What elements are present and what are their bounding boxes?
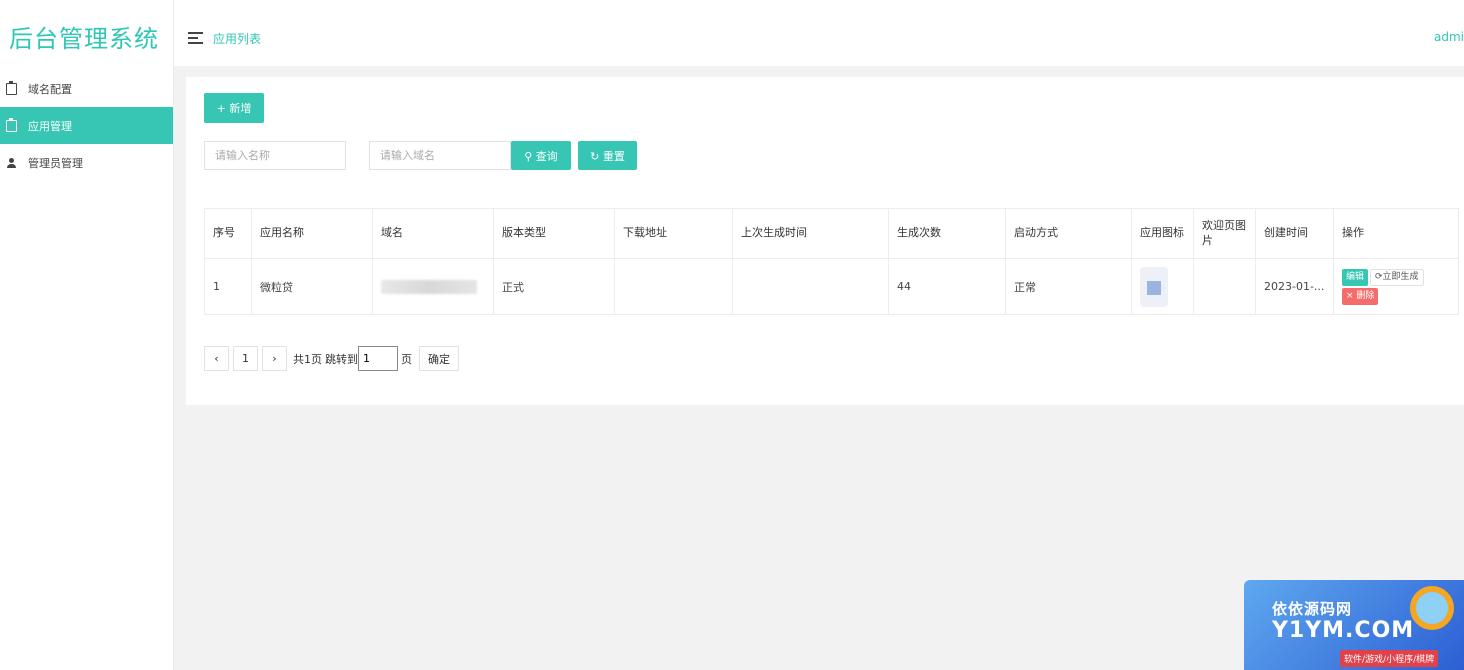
app-table: 序号 应用名称 域名 版本类型 下载地址 上次生成时间 生成次数 启动方式 应用… bbox=[204, 208, 1459, 315]
cell-version: 正式 bbox=[493, 258, 615, 315]
column-header: 欢迎页图片 bbox=[1193, 208, 1256, 259]
sidebar-item-domain-config[interactable]: 域名配置 bbox=[0, 70, 173, 107]
magnifier-icon bbox=[1410, 586, 1454, 630]
add-button[interactable]: + 新增 bbox=[204, 93, 264, 123]
cell-launch-mode: 正常 bbox=[1005, 258, 1132, 315]
watermark-logo: 依依源码网 Y1YM.COM 软件/游戏/小程序/棋牌 bbox=[1244, 580, 1464, 670]
clipboard-icon bbox=[6, 117, 17, 132]
cell-last-generated bbox=[732, 258, 889, 315]
watermark-line1: 依依源码网 bbox=[1272, 600, 1353, 618]
delete-button[interactable]: × 删除 bbox=[1342, 287, 1379, 305]
name-search-input[interactable] bbox=[204, 141, 346, 170]
reset-button[interactable]: ↻ 重置 bbox=[578, 141, 637, 170]
column-header: 应用图标 bbox=[1131, 208, 1194, 259]
page-unit-text: 页 bbox=[401, 352, 412, 366]
cell-app-name: 微粒贷 bbox=[251, 258, 373, 315]
cell-download-url bbox=[614, 258, 733, 315]
table-header-row: 序号 应用名称 域名 版本类型 下载地址 上次生成时间 生成次数 启动方式 应用… bbox=[204, 208, 1459, 259]
jump-confirm-button[interactable]: 确定 bbox=[419, 346, 459, 371]
user-menu[interactable]: admin bbox=[1434, 30, 1464, 44]
column-header: 版本类型 bbox=[493, 208, 615, 259]
column-header: 操作 bbox=[1333, 208, 1459, 259]
column-header: 序号 bbox=[204, 208, 252, 259]
sidebar-item-app-management[interactable]: 应用管理 bbox=[0, 107, 173, 144]
column-header: 创建时间 bbox=[1255, 208, 1334, 259]
watermark-line3: 软件/游戏/小程序/棋牌 bbox=[1340, 650, 1439, 667]
column-header: 生成次数 bbox=[888, 208, 1006, 259]
sidebar-item-label: 应用管理 bbox=[28, 119, 72, 133]
clipboard-icon bbox=[6, 80, 17, 95]
search-button[interactable]: ⚲ 查询 bbox=[511, 141, 571, 170]
content-panel: + 新增 ⚲ 查询 ↻ 重置 序号 应用名称 域名 版本类型 下载地址 上次生成… bbox=[186, 77, 1464, 405]
domain-search-input[interactable] bbox=[369, 141, 511, 170]
breadcrumb[interactable]: 应用列表 bbox=[213, 30, 261, 47]
user-icon bbox=[6, 157, 17, 169]
header: 应用列表 admin bbox=[174, 0, 1464, 66]
prev-page-button[interactable]: ‹ bbox=[204, 346, 229, 371]
sidebar-item-admin-management[interactable]: 管理员管理 bbox=[0, 144, 173, 181]
sidebar: 后台管理系统 域名配置 应用管理 管理员管理 bbox=[0, 0, 174, 670]
sidebar-item-label: 域名配置 bbox=[28, 82, 72, 96]
column-header: 下载地址 bbox=[614, 208, 733, 259]
app-icon-image bbox=[1140, 266, 1168, 307]
sidebar-item-label: 管理员管理 bbox=[28, 156, 83, 170]
page-number-button[interactable]: 1 bbox=[233, 346, 258, 371]
generate-now-button[interactable]: ⟳立即生成 bbox=[1370, 268, 1424, 286]
jump-to-text: 跳转到 bbox=[325, 352, 358, 366]
table-row: 1 微粒贷 正式 44 正常 2023-01-... 编辑 ⟳立即生成 × 删除 bbox=[204, 258, 1459, 315]
column-header: 应用名称 bbox=[251, 208, 373, 259]
column-header: 域名 bbox=[372, 208, 494, 259]
cell-actions: 编辑 ⟳立即生成 × 删除 bbox=[1333, 258, 1459, 315]
app-title: 后台管理系统 bbox=[9, 25, 159, 53]
menu-toggle-icon[interactable] bbox=[188, 32, 203, 44]
edit-button[interactable]: 编辑 bbox=[1342, 268, 1369, 286]
next-page-button[interactable]: › bbox=[262, 346, 287, 371]
cell-created-time: 2023-01-... bbox=[1255, 258, 1334, 315]
column-header: 上次生成时间 bbox=[732, 208, 889, 259]
redacted-domain bbox=[381, 279, 477, 294]
cell-welcome-image bbox=[1193, 258, 1256, 315]
cell-app-icon bbox=[1131, 258, 1194, 315]
cell-generate-count: 44 bbox=[888, 258, 1006, 315]
watermark-line2: Y1YM.COM bbox=[1272, 618, 1415, 643]
pagination: ‹ 1 › 共1页 跳转到 页 确定 bbox=[204, 346, 463, 371]
jump-page-input[interactable] bbox=[358, 346, 398, 371]
total-pages-text: 共1页 bbox=[293, 352, 322, 366]
cell-domain bbox=[372, 258, 494, 315]
cell-index: 1 bbox=[204, 258, 252, 315]
column-header: 启动方式 bbox=[1005, 208, 1132, 259]
